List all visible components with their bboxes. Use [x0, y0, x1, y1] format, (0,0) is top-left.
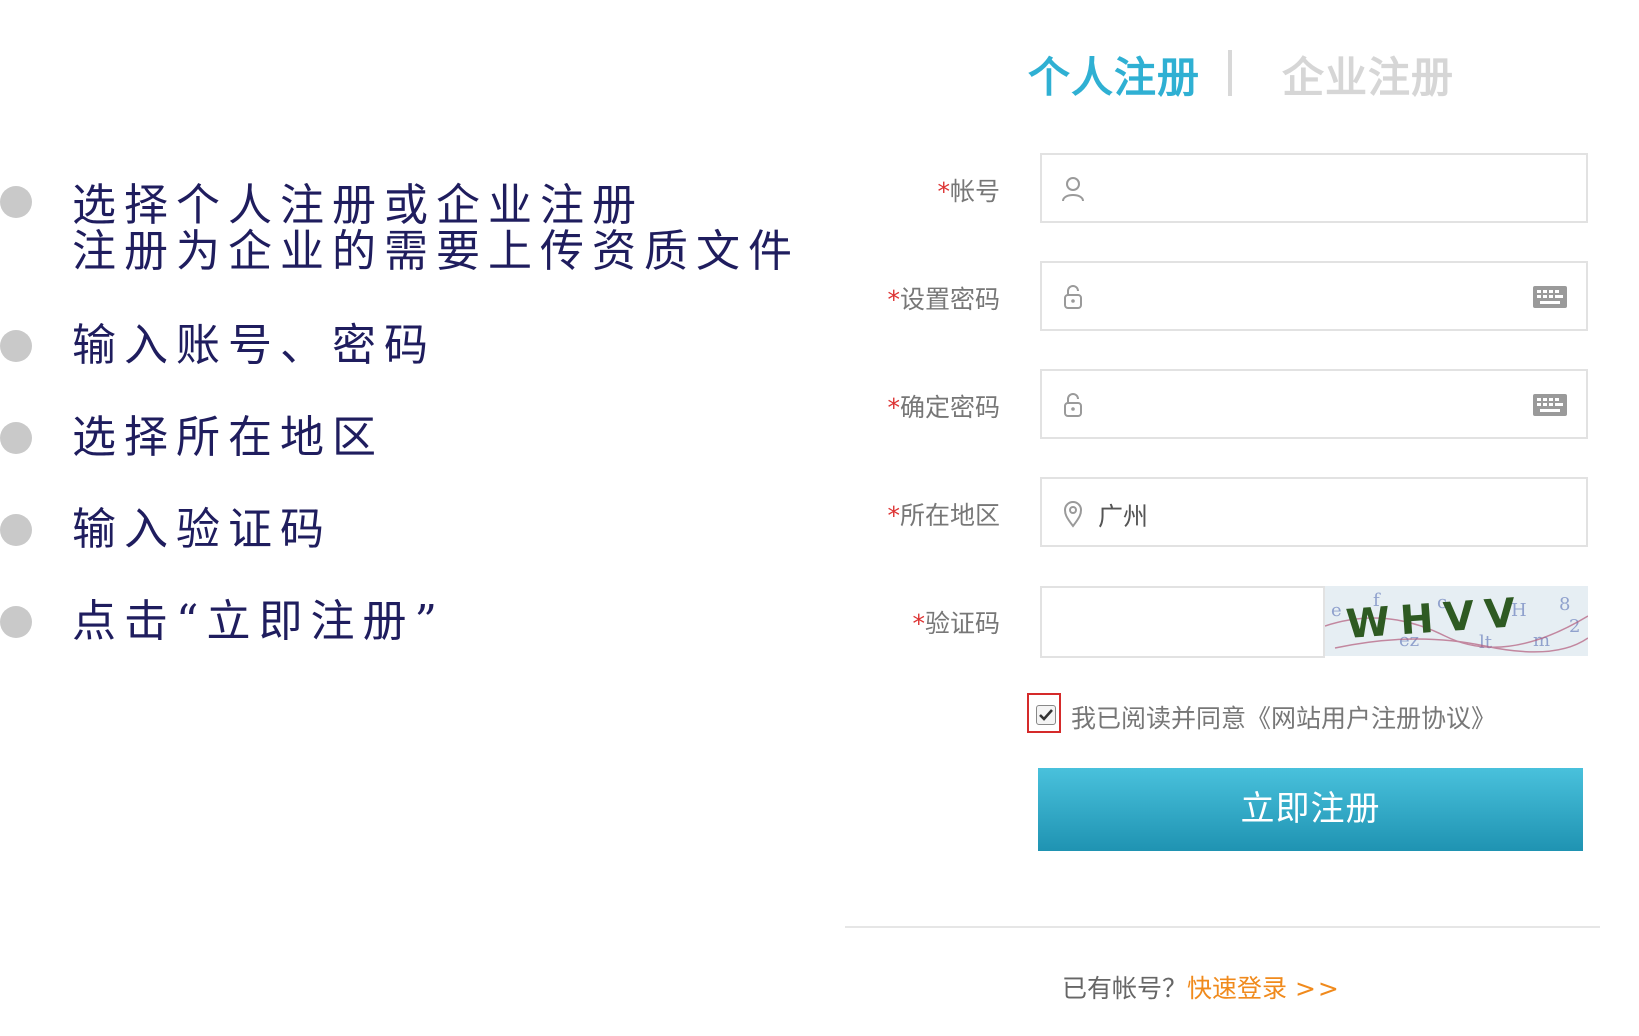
password-label-text: 设置密码: [900, 285, 1000, 314]
captcha-input[interactable]: [1040, 586, 1325, 658]
checkbox-box: [1036, 705, 1056, 725]
step-1-line-2: 注册为企业的需要上传资质文件: [72, 228, 800, 276]
lock-icon: [1058, 390, 1088, 420]
password-field[interactable]: [1040, 261, 1588, 331]
login-prefix: 已有帐号？: [1062, 974, 1187, 1003]
quick-login-link[interactable]: 快速登录: [1187, 974, 1287, 1003]
tab-personal-register[interactable]: 个人注册: [1028, 44, 1200, 105]
region-label: *所在地区: [887, 496, 1000, 532]
captcha-label: *验证码: [912, 604, 1000, 640]
user-icon: [1058, 174, 1088, 204]
agreement-text[interactable]: 我已阅读并同意《网站用户注册协议》: [1071, 699, 1496, 735]
step-4-text: 输入验证码: [72, 506, 332, 554]
step-3-text: 选择所在地区: [72, 414, 384, 462]
svg-text:8: 8: [1559, 594, 1570, 615]
svg-text:e: e: [1331, 600, 1342, 621]
step-5-text: 点击“立即注册”: [72, 598, 445, 646]
captcha-image-text: WHVV: [1344, 590, 1526, 648]
region-field[interactable]: 广州: [1040, 477, 1588, 547]
confirm-password-label: *确定密码: [887, 388, 1000, 424]
agreement-checkbox[interactable]: [1027, 693, 1061, 733]
bullet-icon: [0, 186, 32, 218]
location-pin-icon: [1058, 498, 1088, 528]
confirm-password-label-text: 确定密码: [900, 393, 1000, 422]
keyboard-icon[interactable]: [1532, 393, 1568, 417]
keyboard-icon[interactable]: [1532, 285, 1568, 309]
step-1-line-1: 选择个人注册或企业注册: [72, 182, 644, 230]
bullet-icon: [0, 330, 32, 362]
bullet-icon: [0, 422, 32, 454]
region-value: 广州: [1098, 497, 1148, 533]
account-field[interactable]: [1040, 153, 1588, 223]
divider: [845, 926, 1600, 928]
captcha-image[interactable]: efez cltH m82 WHVV: [1325, 586, 1588, 656]
account-label: *帐号: [937, 172, 1000, 208]
region-label-text: 所在地区: [900, 501, 1000, 530]
checkmark-icon: [1037, 706, 1055, 724]
required-mark: *: [912, 609, 925, 638]
register-button[interactable]: 立即注册: [1038, 768, 1583, 851]
tab-company-register[interactable]: 企业注册: [1282, 44, 1454, 105]
step-2-text: 输入账号、密码: [72, 322, 436, 370]
tab-separator: [1228, 50, 1232, 96]
bullet-icon: [0, 514, 32, 546]
login-row: 已有帐号？快速登录 >>: [1062, 969, 1341, 1005]
account-label-text: 帐号: [950, 177, 1000, 206]
required-mark: *: [887, 501, 900, 530]
password-label: *设置密码: [887, 280, 1000, 316]
required-mark: *: [887, 393, 900, 422]
required-mark: *: [887, 285, 900, 314]
quick-login-arrow[interactable]: >>: [1295, 974, 1341, 1003]
required-mark: *: [937, 177, 950, 206]
lock-icon: [1058, 282, 1088, 312]
captcha-label-text: 验证码: [925, 609, 1000, 638]
bullet-icon: [0, 606, 32, 638]
confirm-password-field[interactable]: [1040, 369, 1588, 439]
